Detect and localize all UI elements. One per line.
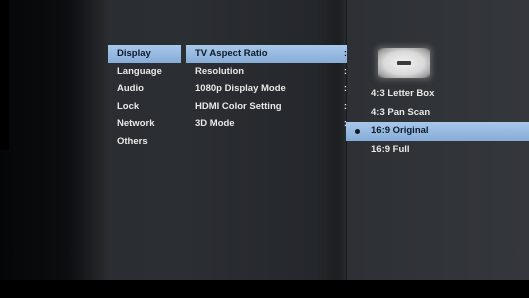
left-stripe: [0, 0, 9, 150]
menu-item-audio[interactable]: Audio: [108, 80, 181, 98]
preview-bar: [397, 61, 411, 65]
selected-dot-icon: [355, 129, 360, 134]
option-label: 4:3 Pan Scan: [371, 106, 431, 118]
submenu-item-label: 1080p Display Mode: [195, 83, 286, 94]
option-label: 16:9 Full: [371, 143, 410, 155]
option-16-9-original[interactable]: 16:9 Original: [346, 122, 529, 141]
menu-item-others[interactable]: Others: [108, 133, 181, 151]
submenu-item-label: TV Aspect Ratio: [195, 48, 268, 59]
option-16-9-full[interactable]: 16:9 Full: [346, 141, 529, 160]
menu-item-lock[interactable]: Lock: [108, 98, 181, 116]
submenu-item-separator: :: [343, 65, 347, 77]
aspect-ratio-preview-icon: [378, 48, 430, 78]
menu-item-language[interactable]: Language: [108, 63, 181, 81]
option-4-3-pan-scan[interactable]: 4:3 Pan Scan: [346, 104, 529, 123]
option-label: 4:3 Letter Box: [371, 88, 435, 99]
option-4-3-letter-box[interactable]: 4:3 Letter Box: [346, 85, 529, 104]
display-submenu: TV Aspect Ratio : Resolution : 1080p Dis…: [186, 45, 347, 133]
menu-item-display[interactable]: Display: [108, 45, 181, 63]
submenu-item-label: 3D Mode: [195, 118, 235, 129]
main-menu: Display Language Audio Lock Network Othe…: [108, 45, 181, 150]
aspect-ratio-options: 4:3 Letter Box 4:3 Pan Scan 16:9 Origina…: [346, 85, 529, 159]
submenu-item-3d-mode[interactable]: 3D Mode :: [186, 115, 347, 133]
submenu-item-separator: :: [343, 48, 347, 59]
submenu-item-resolution[interactable]: Resolution :: [186, 63, 347, 81]
left-shade: [0, 0, 110, 280]
settings-screen: Display Language Audio Lock Network Othe…: [0, 0, 529, 298]
submenu-item-tv-aspect-ratio[interactable]: TV Aspect Ratio :: [186, 45, 347, 63]
option-label: 16:9 Original: [371, 125, 429, 136]
settings-panel: Display Language Audio Lock Network Othe…: [0, 0, 529, 280]
submenu-item-1080p-display-mode[interactable]: 1080p Display Mode :: [186, 80, 347, 98]
submenu-item-label: HDMI Color Setting: [195, 100, 282, 112]
submenu-item-hdmi-color-setting[interactable]: HDMI Color Setting :: [186, 98, 347, 116]
submenu-item-label: Resolution: [195, 65, 245, 77]
menu-item-network[interactable]: Network: [108, 115, 181, 133]
